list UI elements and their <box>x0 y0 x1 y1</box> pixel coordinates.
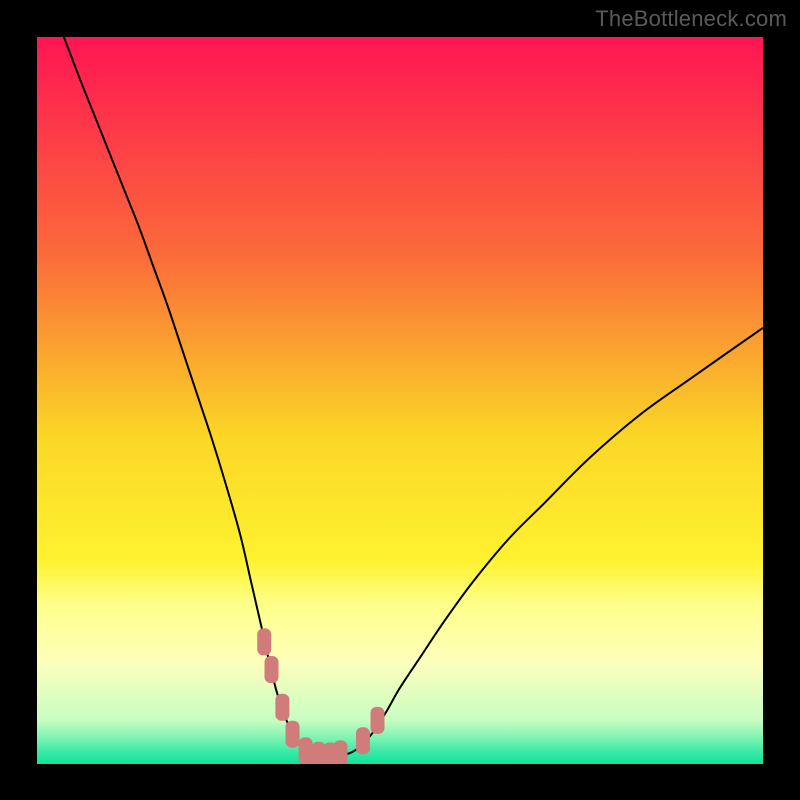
highlight-marker <box>333 740 347 764</box>
highlight-marker <box>370 707 384 734</box>
plot-area <box>37 37 763 764</box>
chart-svg-layer <box>37 37 763 764</box>
highlight-marker <box>299 737 313 764</box>
highlight-marker <box>286 721 300 748</box>
highlight-markers-group <box>257 628 384 764</box>
highlight-marker <box>275 694 289 721</box>
watermark-text: TheBottleneck.com <box>595 6 787 32</box>
highlight-marker <box>265 656 279 683</box>
bottleneck-curve <box>64 37 763 757</box>
highlight-marker <box>356 727 370 754</box>
chart-frame: TheBottleneck.com <box>0 0 800 800</box>
highlight-marker <box>257 628 271 655</box>
